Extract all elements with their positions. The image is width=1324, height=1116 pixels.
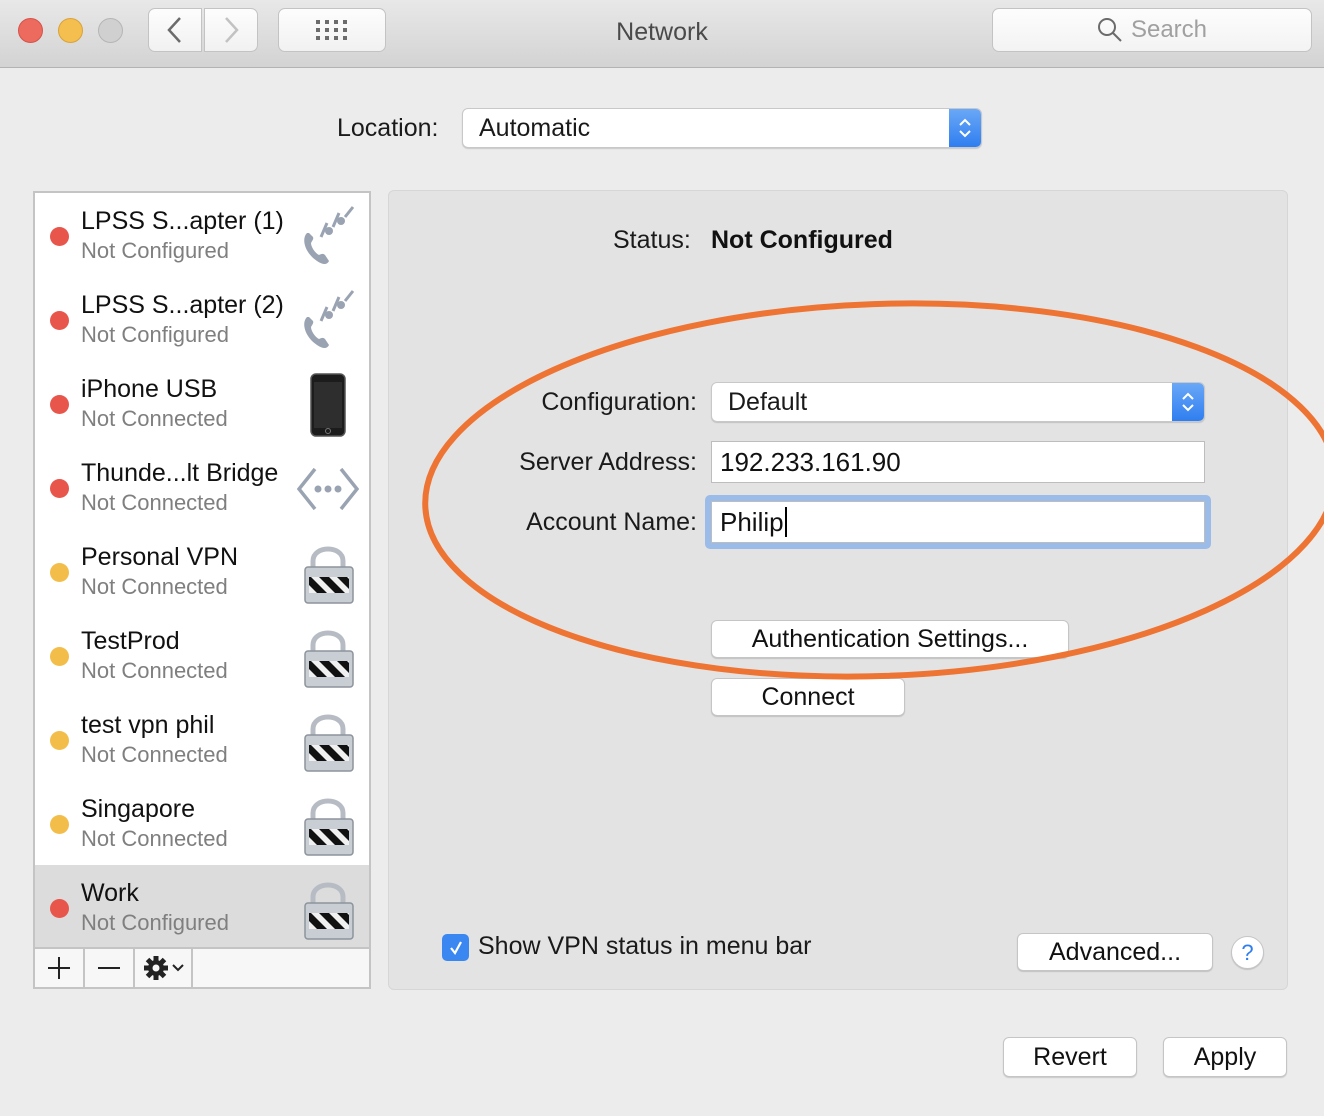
server-address-value: 192.233.161.90 [720, 446, 901, 477]
add-service-button[interactable] [35, 949, 85, 987]
plus-icon [48, 957, 70, 979]
title-bar: Network Search [0, 0, 1324, 68]
service-list-item[interactable]: LPSS S...apter (1) Not Configured [35, 193, 369, 277]
status-dot [50, 479, 69, 498]
gear-icon [143, 956, 168, 980]
search-placeholder: Search [1130, 16, 1208, 43]
service-name: LPSS S...apter (1) [81, 207, 284, 235]
revert-button[interactable]: Revert [1003, 1037, 1137, 1077]
show-vpn-status-label[interactable]: Show VPN status in menu bar [478, 932, 812, 961]
help-button[interactable]: ? [1231, 936, 1264, 969]
service-status: Not Configured [81, 910, 229, 935]
iphone-icon [297, 371, 359, 437]
service-status: Not Connected [81, 742, 228, 767]
authentication-settings-button[interactable]: Authentication Settings... [711, 620, 1069, 658]
service-status: Not Connected [81, 490, 228, 515]
bridge-icon [296, 455, 360, 521]
remove-service-button[interactable] [85, 949, 135, 987]
checkmark-icon [449, 940, 462, 955]
service-list-item[interactable]: LPSS S...apter (2) Not Configured [35, 277, 369, 361]
service-list-item[interactable]: Work Not Configured [35, 865, 369, 949]
status-dot [50, 647, 69, 666]
status-label: Status: [613, 226, 691, 254]
search-input[interactable]: Search [992, 8, 1312, 52]
configuration-label: Configuration: [541, 388, 697, 416]
service-status: Not Connected [81, 826, 228, 851]
service-name: TestProd [81, 627, 180, 655]
service-list-item[interactable]: test vpn phil Not Connected [35, 697, 369, 781]
popup-stepper-icon [1172, 383, 1204, 421]
server-address-label: Server Address: [519, 448, 697, 476]
vpn-lock-icon [297, 791, 359, 857]
vpn-lock-icon [297, 707, 359, 773]
account-name-label: Account Name: [526, 508, 697, 536]
configuration-value: Default [728, 387, 808, 416]
status-dot [50, 395, 69, 414]
service-list-item[interactable]: TestProd Not Connected [35, 613, 369, 697]
service-list: LPSS S...apter (1) Not Configured LPSS S..… [33, 191, 371, 989]
action-menu-button[interactable] [135, 949, 193, 987]
service-status: Not Connected [81, 658, 228, 683]
service-status: Not Configured [81, 238, 229, 263]
vpn-lock-icon [297, 623, 359, 689]
location-popup[interactable]: Automatic [462, 108, 982, 148]
service-list-item[interactable]: Thunde...lt Bridge Not Connected [35, 445, 369, 529]
configuration-popup[interactable]: Default [711, 382, 1205, 422]
status-dot [50, 563, 69, 582]
service-name: Personal VPN [81, 543, 239, 571]
status-dot [50, 311, 69, 330]
status-dot [50, 899, 69, 918]
location-label: Location: [337, 114, 439, 142]
service-list-item[interactable]: Personal VPN Not Connected [35, 529, 369, 613]
modem-phone-icon [297, 203, 359, 269]
status-value: Not Configured [711, 226, 893, 254]
vpn-lock-icon [297, 539, 359, 605]
minus-icon [98, 967, 120, 969]
service-name: Singapore [81, 795, 195, 823]
service-status: Not Connected [81, 406, 228, 431]
service-list-toolbar [35, 947, 369, 987]
status-dot [50, 815, 69, 834]
account-name-value: Philip [720, 506, 784, 537]
service-name: iPhone USB [81, 375, 218, 403]
text-caret [784, 507, 787, 537]
vpn-lock-icon [297, 875, 359, 941]
show-vpn-status-checkbox[interactable] [442, 934, 469, 961]
location-value: Automatic [479, 113, 591, 142]
advanced-button[interactable]: Advanced... [1017, 933, 1213, 971]
status-dot [50, 731, 69, 750]
service-detail-panel [388, 190, 1288, 990]
service-status: Not Connected [81, 574, 228, 599]
service-name: test vpn phil [81, 711, 215, 739]
service-list-item[interactable]: Singapore Not Connected [35, 781, 369, 865]
server-address-input[interactable]: 192.233.161.90 [711, 441, 1205, 483]
account-name-input[interactable]: Philip [711, 501, 1205, 543]
connect-button[interactable]: Connect [711, 678, 905, 716]
service-list-item[interactable]: iPhone USB Not Connected [35, 361, 369, 445]
apply-button[interactable]: Apply [1163, 1037, 1287, 1077]
service-name: LPSS S...apter (2) [81, 291, 284, 319]
search-icon [1097, 18, 1122, 42]
service-name: Work [81, 879, 139, 907]
service-name: Thunde...lt Bridge [81, 459, 279, 487]
chevron-down-icon [171, 964, 184, 972]
status-dot [50, 227, 69, 246]
popup-stepper-icon [949, 109, 981, 147]
modem-phone-icon [297, 287, 359, 353]
service-status: Not Configured [81, 322, 229, 347]
